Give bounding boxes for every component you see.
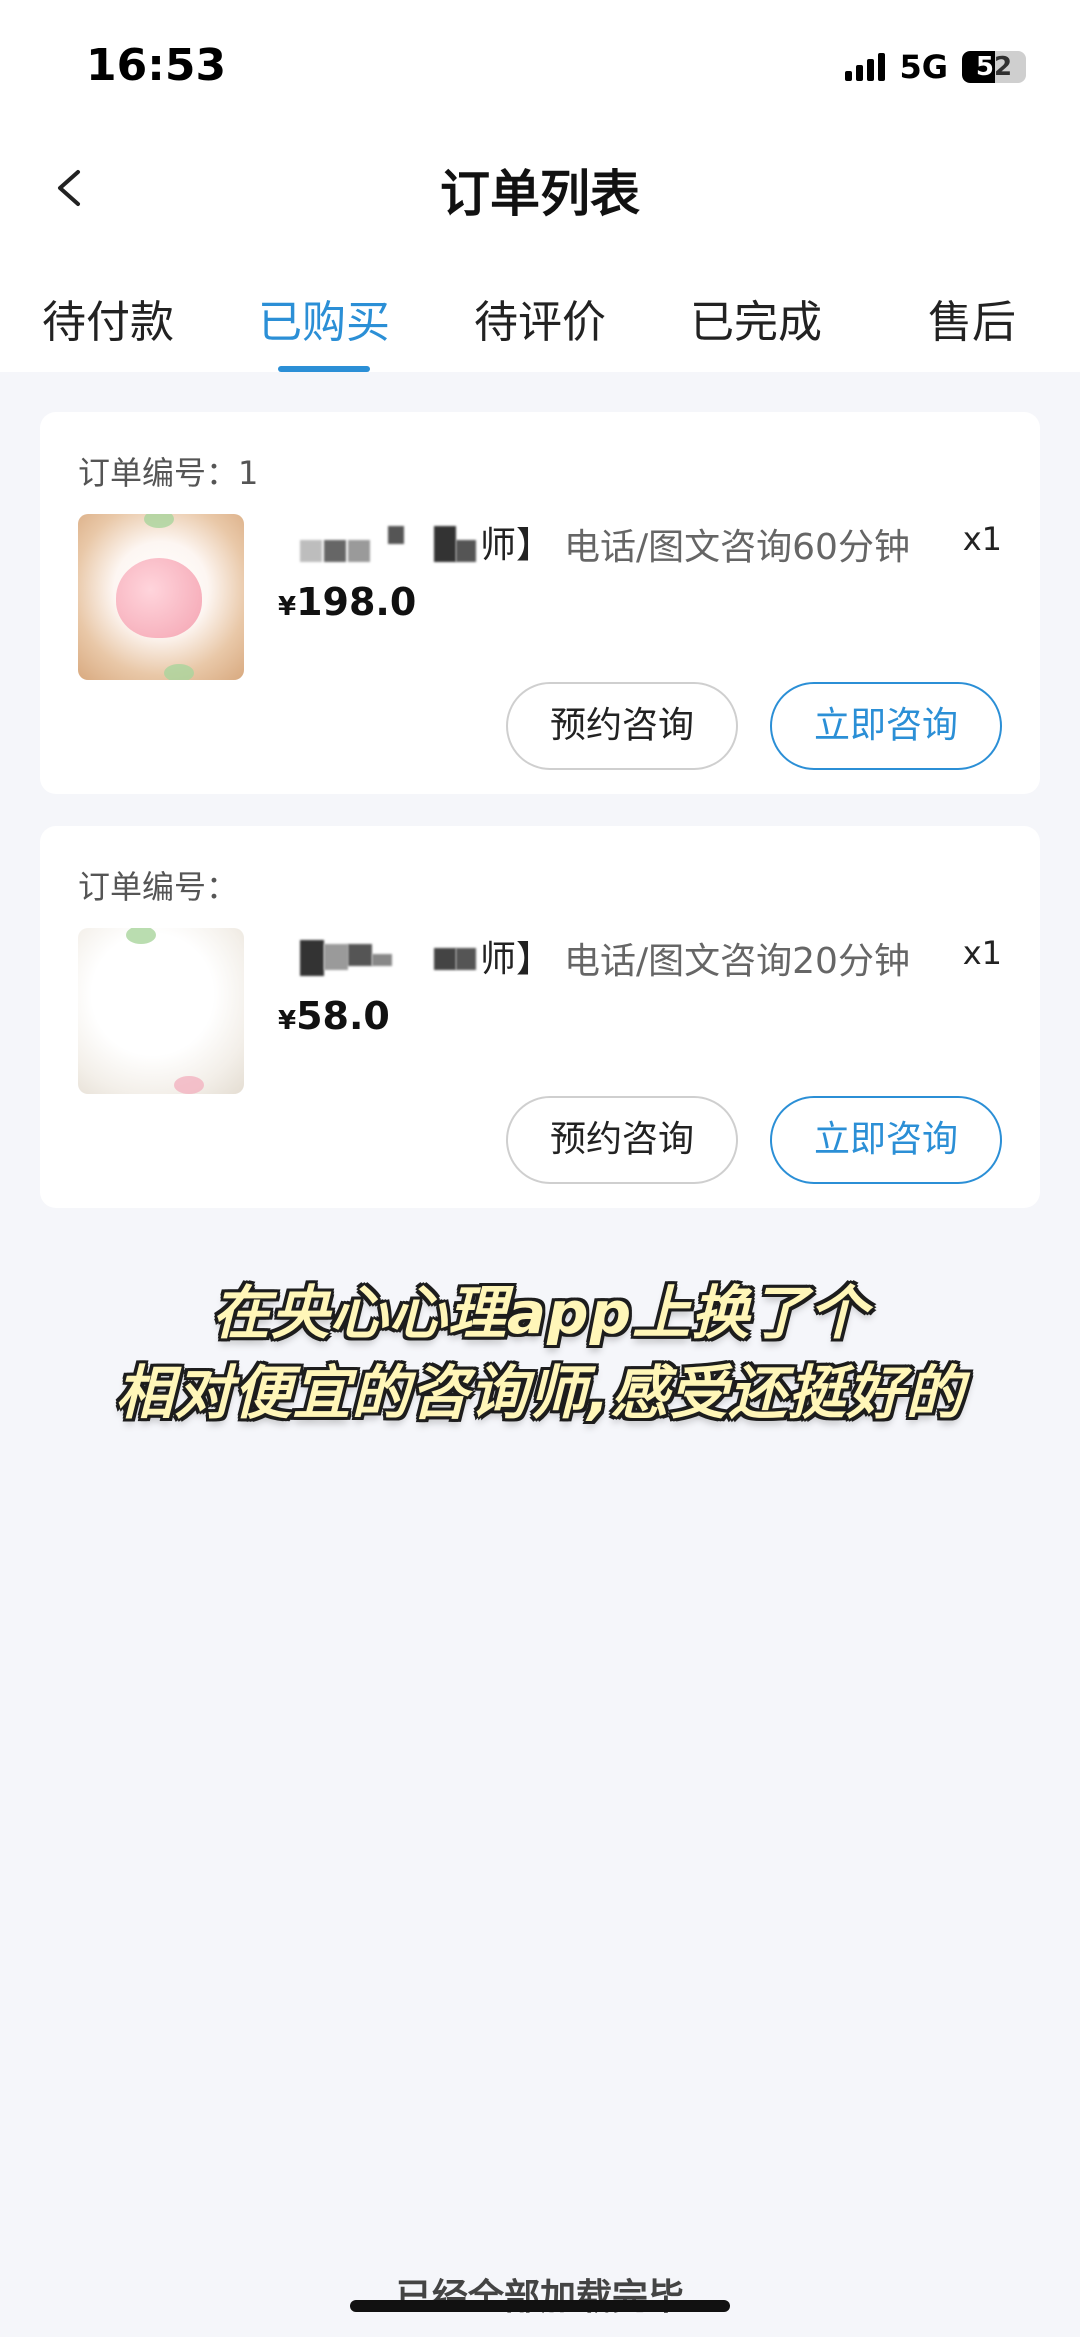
price: ¥198.0 xyxy=(278,580,416,624)
price-value: 58.0 xyxy=(296,994,390,1038)
order-number-label: 订单编号： xyxy=(78,454,239,492)
active-tab-indicator xyxy=(278,366,370,372)
currency-symbol: ¥ xyxy=(278,592,297,622)
leaf-decoration xyxy=(126,928,156,944)
consult-now-button[interactable]: 立即咨询 xyxy=(770,682,1002,770)
price: ¥58.0 xyxy=(278,994,390,1038)
counselor-name-redacted xyxy=(290,930,480,978)
tab-pending-review[interactable]: 待评价 xyxy=(474,286,606,350)
quantity: x1 xyxy=(962,934,1002,972)
caption-line-1: 在央心心理app上换了个 xyxy=(211,1279,869,1347)
order-number: 订单编号： xyxy=(78,862,238,908)
caption-line-2: 相对便宜的咨询师,感受还挺好的 xyxy=(115,1359,965,1427)
counselor-avatar xyxy=(78,928,244,1094)
tab-pending-payment[interactable]: 待付款 xyxy=(42,286,174,350)
network-type: 5G xyxy=(899,48,948,86)
order-tabs: 待付款 已购买 待评价 已完成 售后 xyxy=(0,250,1080,372)
service-name: 电话/图文咨询20分钟 xyxy=(564,941,910,982)
order-number-label: 订单编号： xyxy=(78,868,239,906)
book-consultation-button[interactable]: 预约咨询 xyxy=(506,1096,738,1184)
consult-now-button[interactable]: 立即咨询 xyxy=(770,1096,1002,1184)
order-number: 订单编号：1 xyxy=(78,448,258,494)
status-time: 16:53 xyxy=(86,40,227,91)
battery-level: 52 xyxy=(975,52,1013,82)
all-loaded-text: 已经全部加载完毕 xyxy=(395,2277,684,2318)
leaf-decoration xyxy=(164,664,194,680)
nav-header: 订单列表 xyxy=(0,130,1080,250)
order-card[interactable]: 订单编号：1 师】 电话/图文咨询60分钟 x1 ¥198.0 预约咨询 立即咨… xyxy=(40,412,1040,794)
counselor-name-redacted xyxy=(290,516,480,564)
page-title: 订单列表 xyxy=(440,165,640,223)
counselor-avatar xyxy=(78,514,244,680)
status-indicators: 5G 52 xyxy=(845,48,1026,86)
tab-after-sales[interactable]: 售后 xyxy=(928,286,1016,350)
tab-completed[interactable]: 已完成 xyxy=(690,286,822,350)
flower-decoration xyxy=(174,1076,204,1094)
counselor-title: 师】 xyxy=(480,939,553,980)
book-consultation-button[interactable]: 预约咨询 xyxy=(506,682,738,770)
tab-purchased[interactable]: 已购买 xyxy=(258,286,390,350)
status-bar: 16:53 5G 52 xyxy=(0,0,1080,130)
order-number-value: 1 xyxy=(238,454,259,492)
price-value: 198.0 xyxy=(296,580,417,624)
signal-icon xyxy=(845,53,886,81)
battery-icon: 52 xyxy=(962,51,1026,83)
order-card[interactable]: 订单编号： 师】 电话/图文咨询20分钟 x1 ¥58.0 预约咨询 立即咨询 xyxy=(40,826,1040,1208)
home-indicator[interactable] xyxy=(350,2300,730,2312)
peach-image xyxy=(116,558,202,638)
service-name: 电话/图文咨询60分钟 xyxy=(564,527,910,568)
currency-symbol: ¥ xyxy=(278,1006,297,1036)
quantity: x1 xyxy=(962,520,1002,558)
counselor-title: 师】 xyxy=(480,525,553,566)
leaf-decoration xyxy=(144,514,174,528)
